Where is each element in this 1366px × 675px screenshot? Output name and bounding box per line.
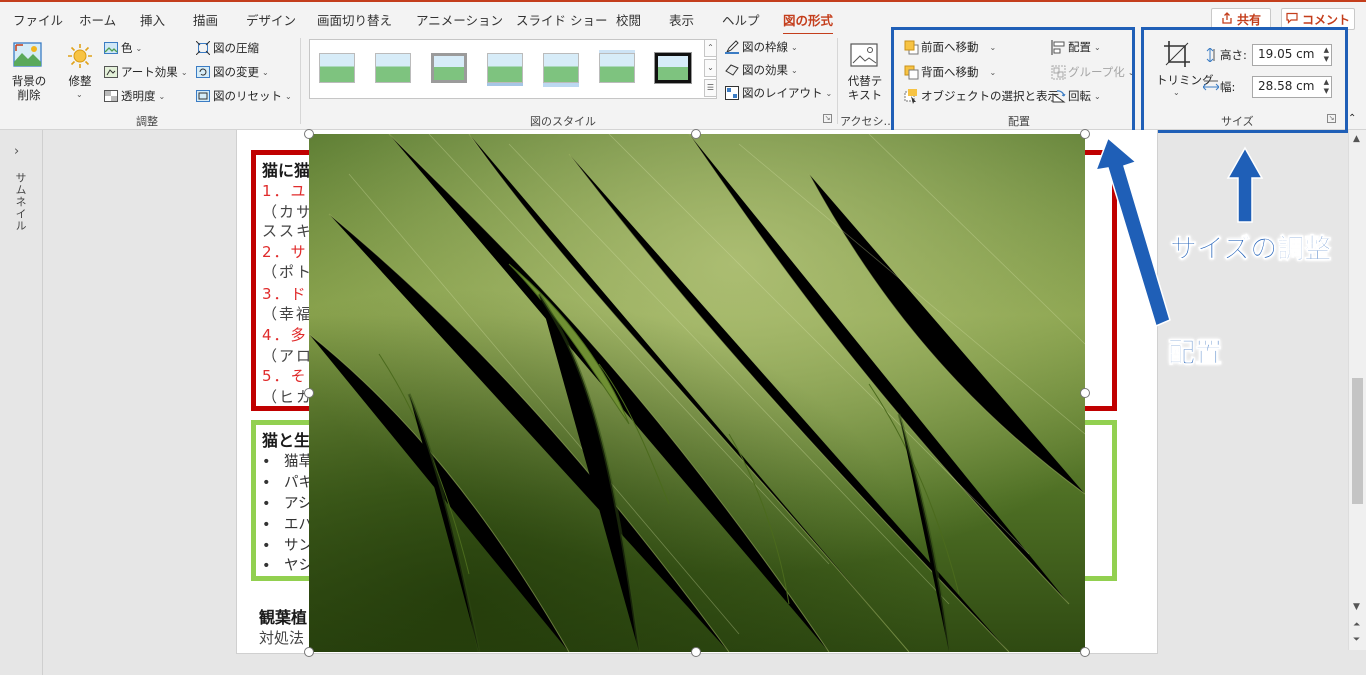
arrange-annotation-label: 配置 — [1168, 338, 1223, 370]
size-arrow-icon — [1226, 146, 1264, 223]
arrange-arrow-icon — [1094, 136, 1171, 328]
annotation-arrows — [1094, 136, 1264, 328]
size-annotation-label: サイズの調整 — [1170, 234, 1332, 266]
